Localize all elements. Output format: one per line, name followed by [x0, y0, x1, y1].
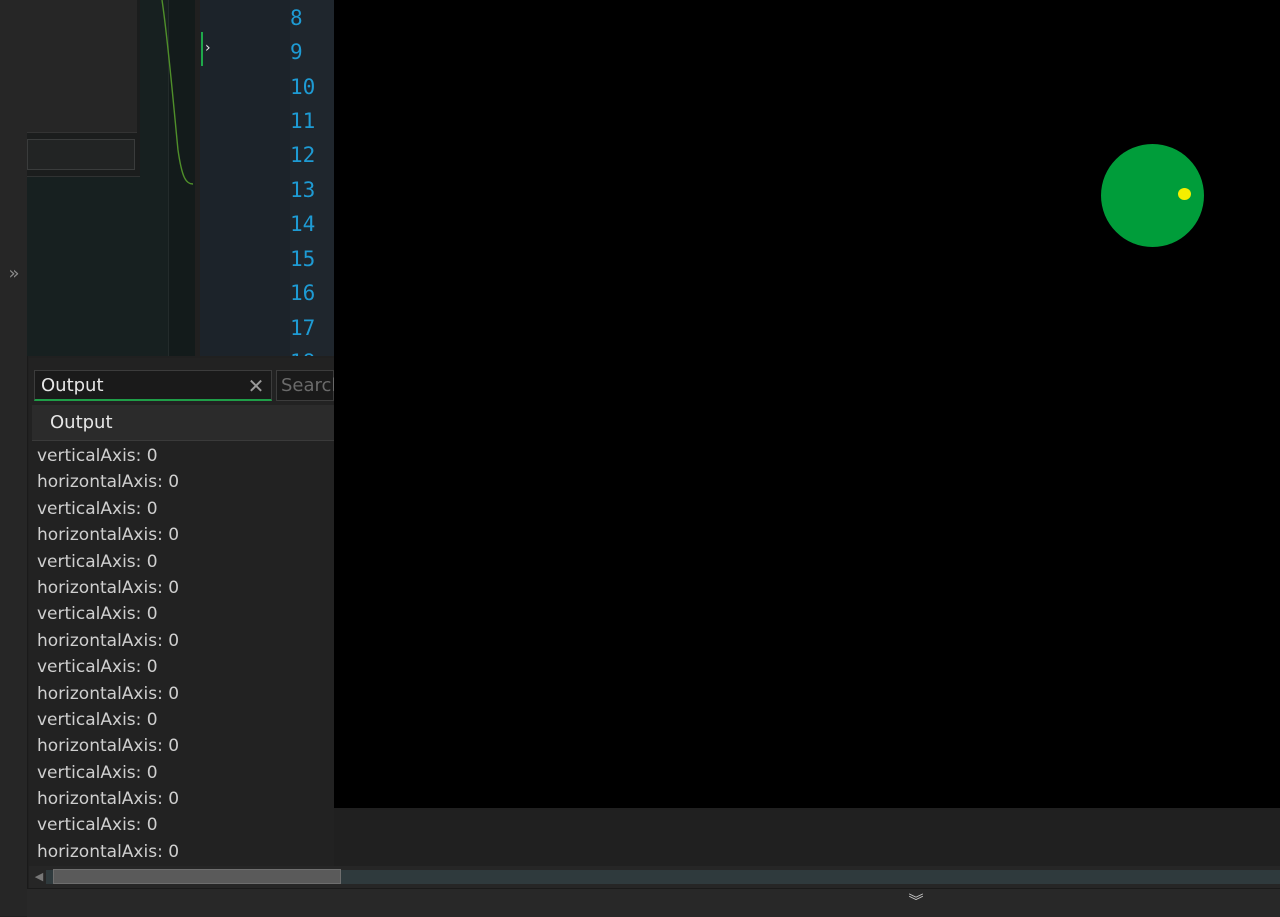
line-number: 13: [290, 178, 316, 202]
log-line: verticalAxis: 0: [37, 551, 158, 572]
scrollbar-thumb[interactable]: [53, 869, 341, 884]
line-number: 9: [290, 40, 303, 64]
viewport-footer: [334, 808, 1280, 866]
line-number: 18: [290, 345, 334, 356]
line-number: 16: [290, 281, 316, 305]
player-eye: [1178, 188, 1191, 200]
line-number: 10: [290, 75, 316, 99]
line-number: 15: [290, 247, 316, 271]
log-line: verticalAxis: 0: [37, 604, 158, 625]
log-line: horizontalAxis: 0: [37, 841, 180, 862]
inspector-content-box: [27, 0, 137, 133]
log-list: verticalAxis: 0 horizontalAxis: 0 vertic…: [37, 443, 327, 865]
line-number: 12: [290, 143, 316, 167]
log-line: verticalAxis: 0: [37, 446, 158, 466]
search-placeholder[interactable]: Search: [281, 373, 334, 399]
double-chevron-right-icon[interactable]: »: [5, 264, 23, 284]
tab-output-label: Output: [50, 412, 113, 433]
clear-x-icon[interactable]: ✕: [246, 374, 266, 398]
bottom-panel-bar: [27, 888, 1280, 917]
chevron-right-icon[interactable]: ›: [205, 40, 215, 56]
log-line: horizontalAxis: 0: [37, 683, 180, 704]
log-line: verticalAxis: 0: [37, 815, 158, 836]
log-line: horizontalAxis: 0: [37, 472, 180, 493]
log-line: verticalAxis: 0: [37, 762, 158, 783]
curve-graph: [161, 0, 194, 185]
log-line: horizontalAxis: 0: [37, 525, 180, 546]
log-line: verticalAxis: 0: [37, 657, 158, 678]
line-number: 14: [290, 212, 316, 236]
log-line: horizontalAxis: 0: [37, 736, 180, 757]
scroll-left-icon[interactable]: ◀: [33, 868, 45, 886]
log-line: horizontalAxis: 0: [37, 630, 180, 651]
inspector-field[interactable]: [27, 139, 135, 170]
double-chevron-down-icon[interactable]: ︾: [906, 890, 926, 912]
log-line: horizontalAxis: 0: [37, 577, 180, 598]
log-line: verticalAxis: 0: [37, 709, 158, 730]
log-line: horizontalAxis: 0: [37, 789, 180, 810]
game-viewport[interactable]: [334, 0, 1280, 808]
line-number: 17: [290, 316, 316, 340]
line-number: 11: [290, 109, 316, 133]
output-filter-value[interactable]: Output: [41, 373, 231, 399]
current-line-marker: [201, 32, 203, 66]
log-line: verticalAxis: 0: [37, 498, 158, 519]
line-number: 8: [290, 6, 303, 30]
left-collapsed-rail: [0, 0, 28, 916]
